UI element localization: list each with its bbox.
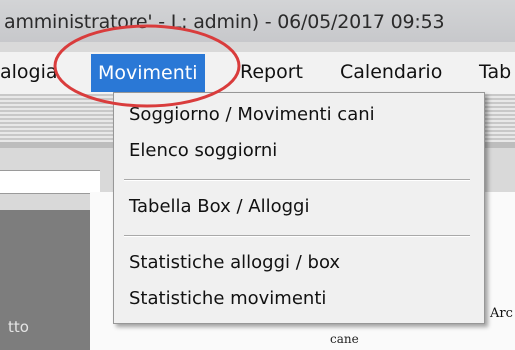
window-titlebar[interactable]: amministratore' - L: admin) - 06/05/2017… [0, 0, 515, 42]
menu-separator [124, 235, 470, 237]
menu-item-tabelle[interactable]: Tab [479, 61, 511, 83]
menu-option-statistiche-movimenti[interactable]: Statistiche movimenti [129, 288, 326, 309]
left-panel: tto [0, 210, 90, 350]
window-title: amministratore' - L: admin) - 06/05/2017… [4, 11, 445, 33]
left-panel-label: tto [8, 318, 29, 336]
column-header: Arc [490, 306, 513, 321]
text-field[interactable] [0, 170, 100, 194]
menu-item-movimenti[interactable]: Movimenti [91, 54, 205, 92]
column-subheader: cane [330, 332, 359, 346]
movimenti-dropdown-menu: Soggiorno / Movimenti cani Elenco soggio… [113, 92, 485, 324]
menu-item-calendario[interactable]: Calendario [340, 61, 442, 83]
menu-separator [124, 179, 470, 181]
menu-item-report[interactable]: Report [240, 61, 303, 83]
menu-option-elenco-soggiorni[interactable]: Elenco soggiorni [129, 140, 277, 161]
menu-bar: alogia Movimenti Report Calendario Tab [0, 52, 515, 94]
menu-option-statistiche-alloggi-box[interactable]: Statistiche alloggi / box [129, 252, 340, 273]
menu-option-tabella-box-alloggi[interactable]: Tabella Box / Alloggi [129, 196, 309, 217]
menu-item-anagrafica[interactable]: alogia [0, 61, 58, 83]
menu-option-soggiorno-movimenti-cani[interactable]: Soggiorno / Movimenti cani [129, 104, 375, 125]
